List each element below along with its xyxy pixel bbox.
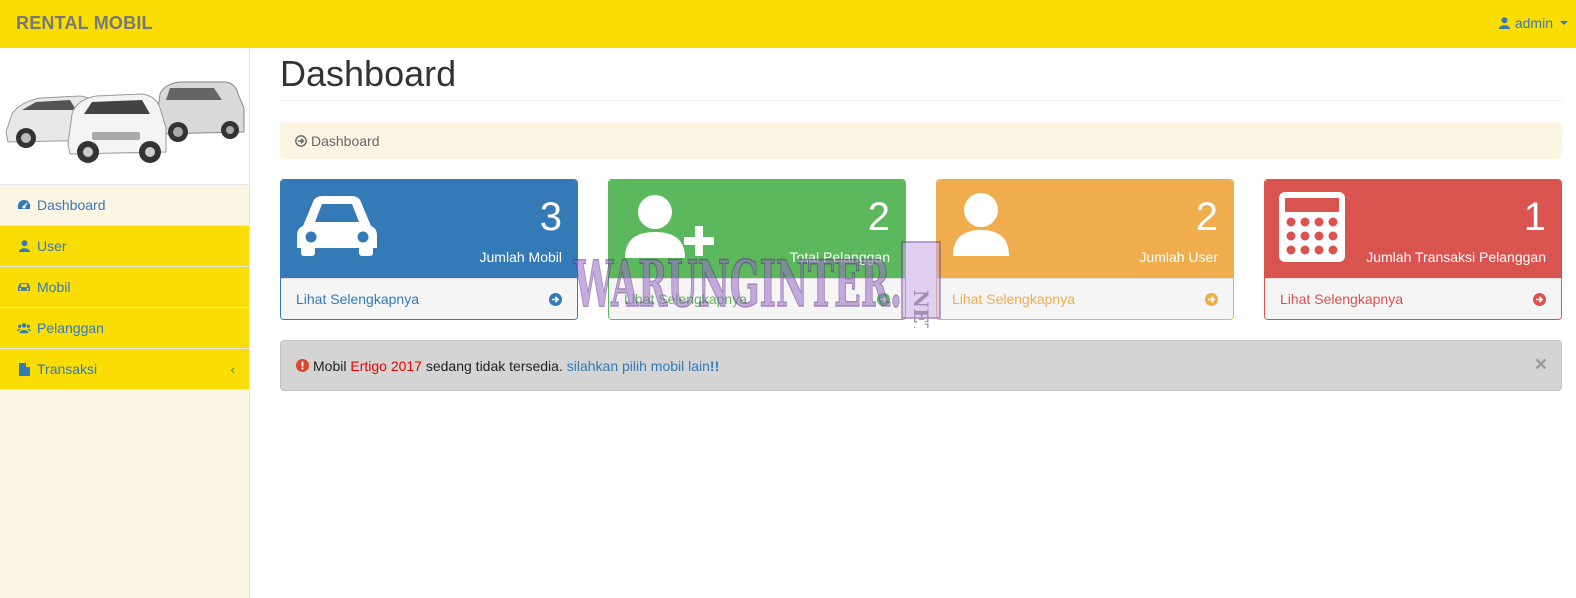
alert-prefix: Mobil [313, 357, 347, 374]
user-menu-dropdown[interactable]: admin [1498, 15, 1568, 31]
sidebar-item-pelanggan[interactable]: Pelanggan [0, 308, 249, 349]
arrow-circle-right-icon [1533, 292, 1546, 306]
panel-count: 3 [539, 195, 562, 239]
arrow-circle-right-icon [1205, 292, 1218, 306]
panel-link-text: Lihat Selengkapnya [952, 291, 1075, 307]
page-title: Dashboard [280, 48, 1562, 101]
dashboard-icon [17, 198, 31, 212]
panel-link-text: Lihat Selengkapnya [1280, 291, 1403, 307]
sidebar-item-label: Transaksi [37, 361, 98, 377]
panel-footer-link[interactable]: Lihat Selengkapnya [281, 278, 577, 319]
exclamation-circle-icon [296, 359, 309, 372]
panel-jumlah-user: 2 Jumlah User Lihat Selengkapnya [936, 179, 1234, 320]
users-icon [17, 321, 31, 335]
user-icon [951, 192, 1011, 261]
user-icon [1498, 17, 1510, 29]
sidebar-item-user[interactable]: User [0, 226, 249, 267]
panel-link-text: Lihat Selengkapnya [296, 291, 419, 307]
panel-total-pelanggan: 2 Total Pelanggan Lihat Selengkapnya [608, 179, 906, 320]
panel-jumlah-mobil: 3 Jumlah Mobil Lihat Selengkapnya [280, 179, 578, 320]
breadcrumb-item[interactable]: Dashboard [311, 133, 380, 149]
sidebar-item-mobil[interactable]: Mobil [0, 267, 249, 308]
brand-title[interactable]: RENTAL MOBIL [16, 13, 153, 34]
sidebar-item-label: User [37, 238, 67, 254]
car-icon [295, 192, 379, 261]
panel-footer-link[interactable]: Lihat Selengkapnya [1265, 278, 1561, 319]
alert-choose-car-link[interactable]: silahkan pilih mobil lain [567, 358, 710, 374]
cars-logo-image [0, 48, 249, 185]
sidebar-item-label: Pelanggan [37, 320, 104, 336]
alert-suffix: !! [709, 357, 720, 374]
user-menu-label: admin [1514, 15, 1553, 31]
arrow-circle-right-icon [295, 134, 307, 147]
calculator-icon [1279, 192, 1345, 265]
alert-car-name: Ertigo 2017 [350, 357, 422, 374]
stats-panels: 3 Jumlah Mobil Lihat Selengkapnya 2 Tota… [280, 179, 1562, 320]
top-navbar: RENTAL MOBIL admin [0, 0, 1576, 48]
panel-count: 2 [1195, 195, 1218, 239]
alert-message: sedang tidak tersedia. [425, 357, 563, 374]
panel-count: 1 [1523, 195, 1546, 239]
main-content: Dashboard Dashboard 3 Jumlah Mobil Lihat… [280, 48, 1562, 391]
panel-label: Jumlah Mobil [479, 249, 562, 265]
car-icon [17, 280, 31, 294]
panel-link-text: Lihat Selengkapnya [624, 291, 747, 307]
panel-label: Total Pelanggan [789, 249, 890, 265]
chevron-left-icon[interactable]: ‹ [231, 362, 235, 377]
sidebar-item-transaksi[interactable]: Transaksi ‹ [0, 349, 249, 390]
panel-label: Jumlah Transaksi Pelanggan [1366, 249, 1546, 265]
panel-jumlah-transaksi: 1 Jumlah Transaksi Pelanggan Lihat Selen… [1264, 179, 1562, 320]
panel-count: 2 [867, 195, 890, 239]
sidebar: Dashboard User Mobil Pelanggan Transaksi… [0, 48, 250, 598]
sidebar-item-label: Dashboard [37, 197, 106, 213]
sidebar-item-dashboard[interactable]: Dashboard [0, 185, 249, 226]
arrow-circle-right-icon [877, 292, 890, 306]
caret-down-icon [1560, 21, 1568, 25]
panel-footer-link[interactable]: Lihat Selengkapnya [937, 278, 1233, 319]
panel-label: Jumlah User [1139, 249, 1218, 265]
arrow-circle-right-icon [549, 292, 562, 306]
sidebar-item-label: Mobil [37, 279, 71, 295]
close-icon[interactable]: × [1535, 354, 1547, 375]
user-icon [17, 239, 31, 253]
file-icon [17, 362, 31, 376]
car-unavailable-alert: Mobil Ertigo 2017 sedang tidak tersedia.… [280, 340, 1562, 391]
breadcrumb: Dashboard [280, 122, 1562, 159]
user-plus-icon [623, 192, 719, 265]
panel-footer-link[interactable]: Lihat Selengkapnya [609, 278, 905, 319]
